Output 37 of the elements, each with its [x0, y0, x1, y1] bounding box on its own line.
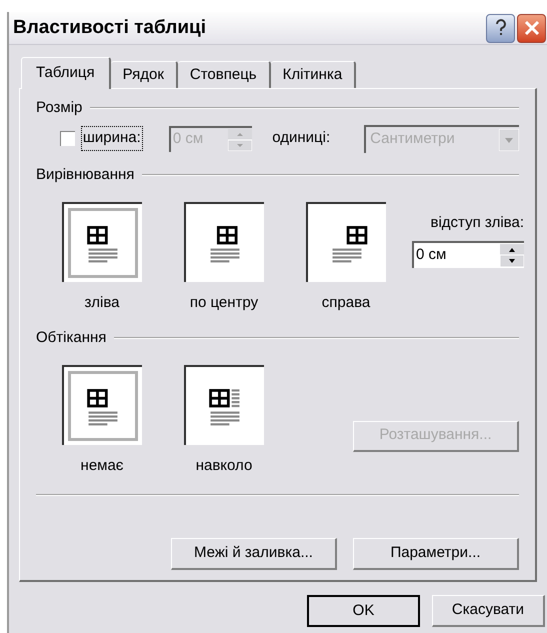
option-label: по центру — [190, 293, 258, 313]
dialog-button[interactable]: Межі й заливка... — [171, 538, 337, 570]
dialog-button[interactable]: OK — [307, 595, 420, 627]
tab[interactable]: Рядок — [110, 61, 178, 88]
close-button[interactable] — [517, 14, 546, 42]
option-tile[interactable] — [306, 202, 386, 282]
dropdown-value: Сантиметри — [369, 129, 456, 150]
tab[interactable]: Таблиця — [21, 57, 111, 89]
dialog-button[interactable]: Скасувати — [432, 595, 545, 627]
dialog-button[interactable]: Параметри... — [353, 538, 519, 570]
checkbox[interactable] — [60, 131, 75, 146]
window-title: Властивості таблиці — [13, 16, 206, 40]
option-label: справа — [322, 293, 370, 313]
help-icon — [494, 19, 506, 37]
option-label: навколо — [196, 456, 252, 476]
tab[interactable]: Стовпець — [178, 61, 271, 88]
group-heading: Розмір — [36, 98, 82, 118]
units-label: одиниці: — [272, 128, 330, 148]
indent-label: відступ зліва: — [430, 213, 524, 233]
indent-spinner[interactable]: 0 см — [412, 240, 524, 268]
option-tile[interactable] — [62, 202, 142, 282]
group-heading: Обтікання — [36, 328, 106, 348]
checkbox-label[interactable]: ширина: — [80, 126, 143, 151]
option-tile[interactable] — [184, 365, 264, 445]
spin-arrows-icon — [500, 244, 524, 266]
spin-arrows-icon — [228, 128, 252, 150]
help-button[interactable] — [486, 14, 515, 42]
close-icon — [524, 20, 540, 36]
tab[interactable]: Клітинка — [270, 61, 356, 88]
option-tile[interactable] — [62, 365, 142, 445]
option-label: зліва — [84, 293, 120, 313]
option-label: немає — [80, 456, 124, 476]
option-tile[interactable] — [184, 202, 264, 282]
field-value: 0 см — [172, 129, 204, 150]
dropdown-arrow-icon — [498, 128, 519, 150]
group-heading: Вирівнювання — [36, 164, 134, 184]
field-value: 0 см — [415, 244, 448, 265]
